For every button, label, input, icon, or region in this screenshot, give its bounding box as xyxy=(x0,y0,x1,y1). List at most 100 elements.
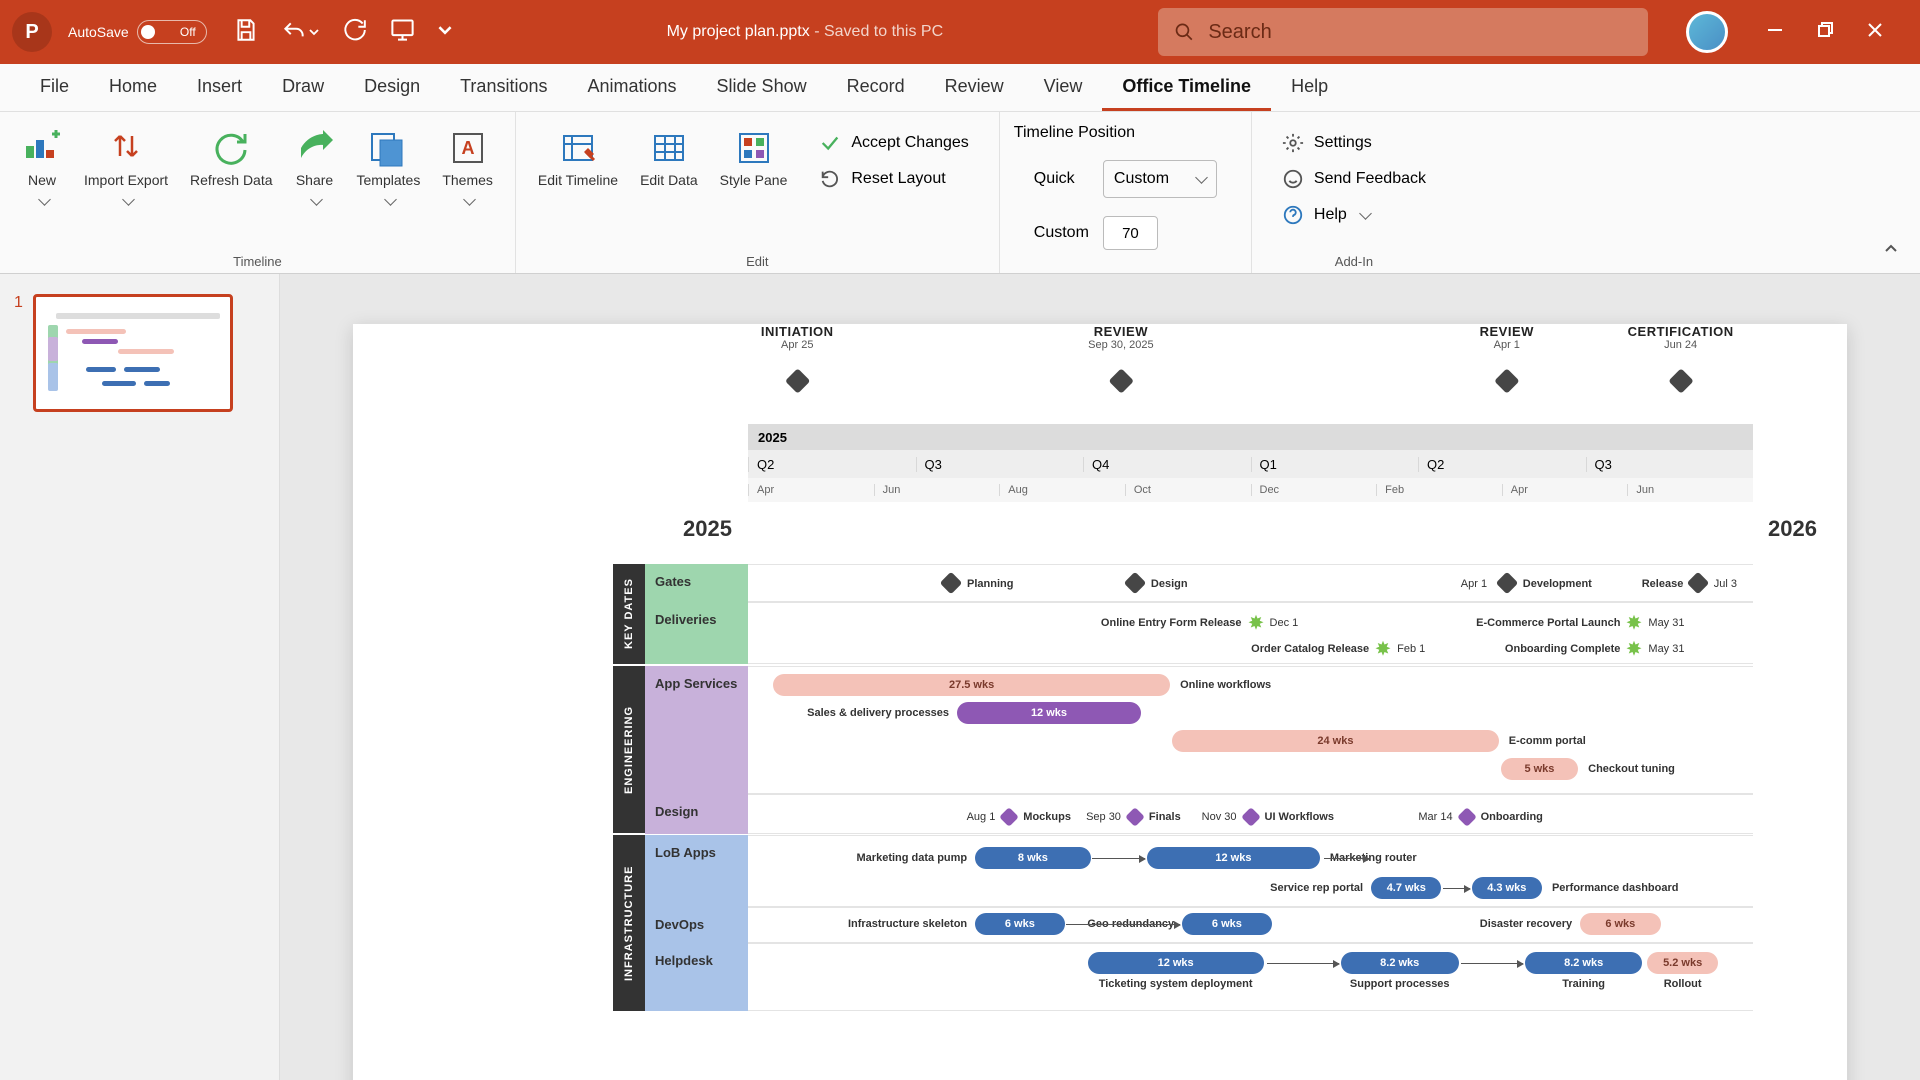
window-controls xyxy=(1766,21,1884,44)
user-avatar[interactable] xyxy=(1686,11,1728,53)
task-label: Marketing data pump xyxy=(857,852,968,864)
style-pane-label: Style Pane xyxy=(720,172,788,188)
ribbon-group-edit: Edit Timeline Edit Data Style Pane Accep… xyxy=(516,112,1000,273)
delivery-date: Dec 1 xyxy=(1270,617,1299,629)
ribbon-tab-help[interactable]: Help xyxy=(1271,64,1348,111)
close-button[interactable] xyxy=(1866,21,1884,44)
gate-label: Development xyxy=(1523,578,1592,590)
help-button[interactable]: Help xyxy=(1282,204,1426,226)
document-title-text: My project plan.pptx xyxy=(667,23,810,40)
timeline-group-label: Timeline xyxy=(233,254,282,269)
import-export-label: Import Export xyxy=(84,172,168,188)
app-icon: P xyxy=(12,12,52,52)
themes-button[interactable]: A Themes xyxy=(434,124,501,212)
quarter-cell: Q2 xyxy=(1418,457,1586,472)
accept-changes-button[interactable]: Accept Changes xyxy=(819,132,968,154)
search-box[interactable] xyxy=(1158,8,1648,56)
category-key-dates: KEY DATES xyxy=(613,564,645,664)
autosave-toggle[interactable]: Off xyxy=(137,20,207,44)
ribbon-tab-review[interactable]: Review xyxy=(925,64,1024,111)
gate-label: Planning xyxy=(967,578,1013,590)
edit-data-button[interactable]: Edit Data xyxy=(632,124,706,192)
delivery-label: Online Entry Form Release xyxy=(1101,617,1242,629)
share-label: Share xyxy=(296,172,333,188)
new-label: New xyxy=(28,172,56,188)
check-icon xyxy=(819,132,841,154)
search-input[interactable] xyxy=(1208,21,1632,44)
quick-position-value: Custom xyxy=(1114,170,1169,188)
lane-row xyxy=(748,564,1753,602)
templates-button[interactable]: Templates xyxy=(349,124,429,212)
import-export-button[interactable]: Import Export xyxy=(76,124,176,212)
ribbon-tab-home[interactable]: Home xyxy=(89,64,177,111)
ribbon-tabs: FileHomeInsertDrawDesignTransitionsAnima… xyxy=(0,64,1920,112)
reset-layout-button[interactable]: Reset Layout xyxy=(819,168,968,190)
task-label: Disaster recovery xyxy=(1480,918,1572,930)
ribbon-tab-record[interactable]: Record xyxy=(827,64,925,111)
reset-icon xyxy=(819,168,841,190)
restore-button[interactable] xyxy=(1816,21,1834,44)
refresh-data-button[interactable]: Refresh Data xyxy=(182,124,280,212)
slide-thumbnail-panel: 1 xyxy=(0,274,280,1080)
settings-button[interactable]: Settings xyxy=(1282,132,1426,154)
ribbon-tab-office-timeline[interactable]: Office Timeline xyxy=(1102,64,1271,111)
slide-thumbnail-1[interactable] xyxy=(33,294,233,412)
quick-position-dropdown[interactable]: Custom xyxy=(1103,160,1217,198)
slide-canvas-area[interactable]: 2025 2026 INITIATIONApr 25REVIEWSep 30, … xyxy=(280,274,1920,1080)
document-title: My project plan.pptx - Saved to this PC xyxy=(460,23,1150,41)
save-icon[interactable] xyxy=(233,17,259,48)
share-button[interactable]: Share xyxy=(287,124,343,212)
custom-position-input[interactable] xyxy=(1103,216,1158,250)
milestone-certification: CERTIFICATIONJun 24 xyxy=(1628,324,1734,351)
style-pane-button[interactable]: Style Pane xyxy=(712,124,796,192)
lane-row xyxy=(748,835,1753,907)
new-button[interactable]: New xyxy=(14,124,70,212)
ribbon-tab-insert[interactable]: Insert xyxy=(177,64,262,111)
design-milestone-label: Onboarding xyxy=(1481,811,1543,823)
task-bar: 6 wks xyxy=(1182,913,1271,935)
collapse-ribbon-button[interactable] xyxy=(1882,240,1900,263)
gate-date: Jul 3 xyxy=(1714,578,1737,590)
connector xyxy=(1267,963,1339,964)
design-milestone-date: Mar 14 xyxy=(1418,811,1452,823)
chevron-down-icon xyxy=(1193,170,1206,188)
task-label: Service rep portal xyxy=(1270,882,1363,894)
delivery-label: E-Commerce Portal Launch xyxy=(1476,617,1620,629)
workspace: 1 2025 2026 INITIATIONApr 25REVIEWSe xyxy=(0,274,1920,1080)
swimlanes: KEY DATESENGINEERINGINFRASTRUCTUREGatesD… xyxy=(748,564,1753,1011)
connector xyxy=(1092,858,1145,859)
connector xyxy=(1443,888,1469,889)
ribbon: New Import Export Refresh Data Share Tem… xyxy=(0,112,1920,274)
task-bar: 8.2 wks xyxy=(1341,952,1459,974)
ribbon-tab-view[interactable]: View xyxy=(1024,64,1103,111)
smile-icon xyxy=(1282,168,1304,190)
qat-more-icon[interactable] xyxy=(438,23,452,42)
redo-icon[interactable] xyxy=(341,17,367,48)
delivery-star xyxy=(1625,614,1641,630)
task-label: E-comm portal xyxy=(1509,735,1586,747)
ribbon-tab-draw[interactable]: Draw xyxy=(262,64,344,111)
ribbon-tab-design[interactable]: Design xyxy=(344,64,440,111)
design-milestone-date: Nov 30 xyxy=(1202,811,1237,823)
chevron-down-icon xyxy=(1357,206,1370,224)
svg-text:A: A xyxy=(461,138,474,158)
month-cell: Jun xyxy=(1627,484,1753,496)
undo-icon[interactable] xyxy=(281,19,319,45)
quarter-cell: Q3 xyxy=(1586,457,1754,472)
ribbon-tab-transitions[interactable]: Transitions xyxy=(440,64,567,111)
send-feedback-button[interactable]: Send Feedback xyxy=(1282,168,1426,190)
edit-timeline-button[interactable]: Edit Timeline xyxy=(530,124,626,192)
task-bar: 6 wks xyxy=(1580,913,1660,935)
present-icon[interactable] xyxy=(389,16,416,48)
month-cell: Apr xyxy=(748,484,874,496)
slide-1[interactable]: 2025 2026 INITIATIONApr 25REVIEWSep 30, … xyxy=(353,324,1847,1080)
minimize-button[interactable] xyxy=(1766,21,1784,44)
category-engineering: ENGINEERING xyxy=(613,666,645,833)
autosave-label: AutoSave xyxy=(68,24,129,40)
ribbon-tab-animations[interactable]: Animations xyxy=(567,64,696,111)
ribbon-tab-file[interactable]: File xyxy=(20,64,89,111)
feedback-label: Send Feedback xyxy=(1314,170,1426,188)
ribbon-tab-slide-show[interactable]: Slide Show xyxy=(697,64,827,111)
task-label: Training xyxy=(1525,978,1643,990)
gate-label: Design xyxy=(1151,578,1188,590)
